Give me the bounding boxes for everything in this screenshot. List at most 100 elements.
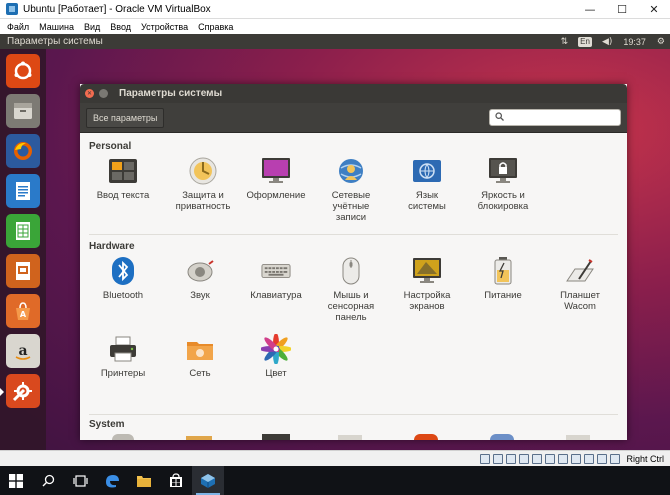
menu-view[interactable]: Вид [84,22,100,32]
software-center-icon: A [12,300,34,322]
shared-folders-icon[interactable] [545,453,556,464]
menu-file[interactable]: Файл [7,22,29,32]
displays-icon [412,256,442,286]
settings-item-online-accounts[interactable]: Сетевые учётные записи [313,156,389,223]
host-key-label: Right Ctrl [626,453,664,464]
settings-item-label: Питание [484,290,522,301]
launcher-dash[interactable] [6,54,40,88]
keyboard-capture-icon[interactable] [610,453,621,464]
settings-item-bluetooth[interactable]: Bluetooth [85,256,161,301]
volume-icon[interactable]: ◀) [602,37,612,47]
section-divider [89,234,618,235]
launcher-calc[interactable] [6,214,40,248]
launcher-system-settings[interactable] [0,374,40,408]
settings-item-label: Ввод текста [96,190,150,201]
launcher-firefox[interactable] [6,134,40,168]
settings-toolbar: Все параметры [80,103,627,133]
ubuntu-dash-icon [12,60,34,82]
display-icon[interactable] [558,453,569,464]
settings-close-button[interactable]: ✕ [85,89,94,98]
all-settings-button[interactable]: Все параметры [86,107,165,128]
menu-help[interactable]: Справка [198,22,233,32]
settings-item-language-support[interactable]: Язык системы [389,156,465,212]
settings-item-label: Принтеры [100,368,146,379]
appearance-icon [261,156,291,186]
vbox-statusbar: Right Ctrl [0,450,670,466]
search-input[interactable] [507,112,617,123]
language-support-icon [412,156,442,186]
section-title-hardware: Hardware [89,241,135,252]
files-icon [12,100,34,122]
search-icon [495,111,504,124]
settings-item-displays[interactable]: Настройка экранов [389,256,465,312]
windows-taskbar [0,466,670,495]
maximize-button[interactable]: ☐ [606,0,638,19]
launcher-impress[interactable] [6,254,40,288]
brightness-lock-icon [488,156,518,186]
store-icon[interactable] [160,466,192,495]
settings-item-appearance[interactable]: Оформление [238,156,314,201]
settings-item-brightness-lock[interactable]: Яркость и блокировка [465,156,541,212]
vbox-titlebar: Ubuntu [Работает] - Oracle VM VirtualBox… [0,0,670,19]
launcher-files[interactable] [6,94,40,128]
settings-item-sound[interactable]: Звук [162,256,238,301]
search-box[interactable] [489,109,621,126]
settings-item-label: Сетевые учётные записи [331,190,371,223]
menu-machine[interactable]: Машина [39,22,74,32]
settings-item-label: Мышь и сенсорная панель [327,290,375,323]
system-menu-icon[interactable]: ⚙ [657,37,665,47]
edge-icon[interactable] [96,466,128,495]
start-icon[interactable] [0,466,32,495]
hard-disk-icon[interactable] [480,453,491,464]
network-adapter-icon[interactable] [519,453,530,464]
search-icon[interactable] [32,466,64,495]
clock[interactable]: 19:37 [623,37,646,47]
launcher-software-center[interactable]: A [6,294,40,328]
minimize-button[interactable]: — [574,0,606,19]
settings-item-text-entry[interactable]: Ввод текста [85,156,161,201]
svg-text:a: a [18,343,27,359]
settings-item-mouse-touchpad[interactable]: Мышь и сенсорная панель [313,256,389,323]
settings-item-label: Клавиатура [250,290,302,301]
unity-launcher: A a [0,49,46,450]
audio-icon[interactable] [506,453,517,464]
mouse-integration-icon[interactable] [597,453,608,464]
system-settings-window: ✕ Параметры системы Все параметры Person… [80,84,627,440]
menu-devices[interactable]: Устройства [141,22,188,32]
libreoffice-calc-icon [12,220,34,242]
cpu-icon[interactable] [584,453,595,464]
network-updown-icon[interactable]: ⇅ [561,37,569,47]
video-capture-icon[interactable] [571,453,582,464]
settings-item-label: Яркость и блокировка [477,190,529,212]
settings-item-keyboard[interactable]: Клавиатура [238,256,314,301]
settings-item-label: Звук [190,290,210,301]
task-view-icon[interactable] [64,466,96,495]
settings-item-network[interactable]: Сеть [162,334,238,379]
keyboard-layout-indicator[interactable]: En [578,36,592,47]
online-accounts-icon [336,156,366,186]
power-icon [488,256,518,286]
settings-item-printers[interactable]: Принтеры [85,334,161,379]
settings-minimize-button[interactable] [99,89,108,98]
optical-drive-icon[interactable] [493,453,504,464]
settings-item-wacom-tablet[interactable]: Планшет Wacom [542,256,618,312]
settings-titlebar: ✕ Параметры системы [80,84,627,103]
virtualbox-taskbar-icon[interactable] [192,466,224,495]
firefox-icon [12,140,34,162]
close-button[interactable]: ✕ [638,0,670,19]
settings-item-label: Сеть [189,368,211,379]
ubuntu-top-panel: Параметры системы ⇅ En ◀) 19:37 ⚙ [0,34,670,49]
launcher-amazon[interactable]: a [6,334,40,368]
vbox-menubar: Файл Машина Вид Ввод Устройства Справка [0,19,670,34]
file-explorer-icon[interactable] [128,466,160,495]
usb-icon[interactable] [532,453,543,464]
settings-item-security-privacy[interactable]: Защита и приватность [165,156,241,212]
section-title-system: System [89,419,125,430]
settings-item-power[interactable]: Питание [465,256,541,301]
launcher-writer[interactable] [6,174,40,208]
amazon-icon: a [12,340,34,362]
menu-input[interactable]: Ввод [110,22,131,32]
printers-icon [108,334,138,364]
settings-item-color[interactable]: Цвет [238,334,314,379]
settings-item-label: Цвет [265,368,287,379]
